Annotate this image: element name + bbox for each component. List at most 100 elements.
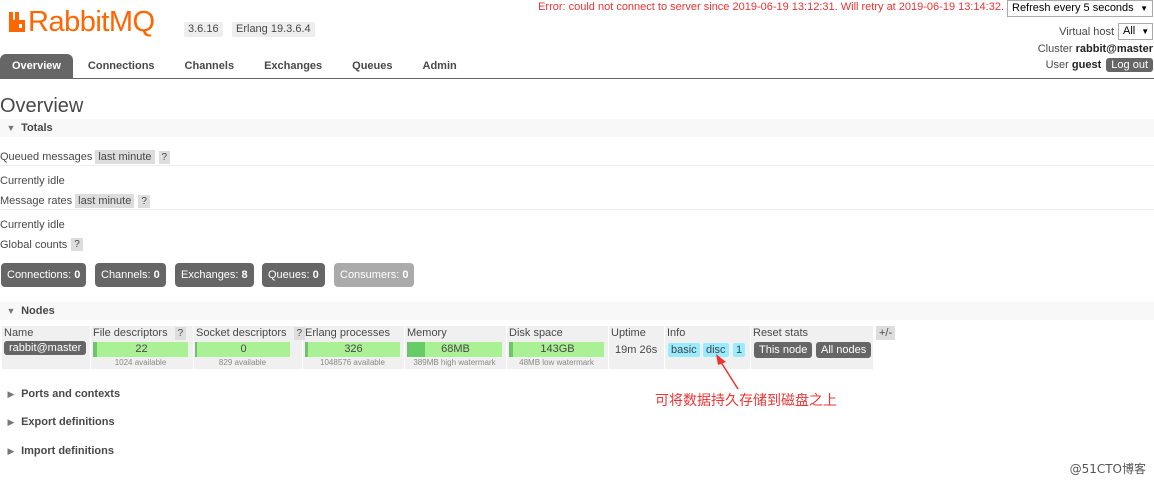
file-descriptors-available: 1024 available [114,358,167,367]
expand-triangle-icon: ▶ [7,446,15,456]
virtual-host-row: Virtual host All ▼ [1059,23,1153,40]
disk-space-bar: 143GB [509,342,604,357]
totals-section-toggle[interactable]: ▼ Totals [0,119,1154,137]
totals-title: Totals [21,122,53,134]
tab-admin[interactable]: Admin [408,54,472,78]
refresh-select-value: Refresh every 5 seconds [1012,2,1134,14]
tab-overview[interactable]: Overview [0,54,73,78]
rabbit-logo-icon [9,12,25,32]
expand-triangle-icon: ▶ [7,417,15,427]
collapse-triangle-icon: ▼ [6,123,16,133]
file-descriptors-value: 22 [135,343,148,355]
reset-this-node-button[interactable]: This node [754,342,813,358]
header-uptime: Uptime [611,327,646,339]
queued-idle-text: Currently idle [0,175,65,187]
channels-count[interactable]: Channels: 0 [95,263,166,287]
count-label: Consumers: [340,269,400,281]
disk-space-value: 143GB [540,343,575,355]
message-rates-row: Message rates last minute ? [0,194,150,208]
queued-messages-row: Queued messages last minute ? [0,150,171,164]
erlang-processes-value: 326 [344,343,363,355]
bar-fill [95,342,97,357]
memory-bar: 68MB [407,342,502,357]
user-info: User guest Log out [1046,58,1153,72]
rates-range-selector[interactable]: last minute [75,194,135,208]
section-title: Ports and contexts [21,388,121,400]
disk-space-watermark: 48MB low watermark [519,358,594,367]
header-label: Socket descriptors [196,327,287,339]
uptime-value: 19m 26s [615,344,658,356]
virtual-host-label: Virtual host [1059,25,1114,38]
help-icon[interactable]: ? [174,327,187,340]
header-name: Name [4,327,34,339]
help-icon[interactable]: ? [71,238,83,251]
count-value: 0 [312,269,319,281]
columns-toggle-button[interactable]: +/- [876,326,896,340]
refresh-interval-select[interactable]: Refresh every 5 seconds ▼ [1007,0,1153,17]
info-tag-basic[interactable]: basic [668,343,700,357]
header-reset-stats: Reset stats [753,327,809,339]
expand-triangle-icon: ▶ [7,389,15,399]
divider [0,165,1154,166]
main-tabs: Overview Connections Channels Exchanges … [0,54,472,78]
help-icon[interactable]: ? [138,194,150,208]
connections-count[interactable]: Connections: 0 [1,263,87,287]
node-name-link[interactable]: rabbit@master [4,341,87,355]
section-title: Export definitions [21,416,115,428]
reset-all-nodes-button[interactable]: All nodes [816,342,872,358]
nodes-title: Nodes [21,305,55,317]
header-file-descriptors: File descriptors ? [91,326,187,340]
page-title: Overview [0,95,84,117]
tab-connections[interactable]: Connections [73,54,170,78]
import-definitions-toggle[interactable]: ▶ Import definitions [0,442,114,460]
file-descriptors-bar: 22 [93,342,188,357]
queued-range-selector[interactable]: last minute [95,150,155,164]
cluster-label: Cluster [1037,43,1073,55]
count-value: 0 [402,269,409,281]
chevron-down-icon: ▼ [1141,27,1150,36]
bar-fill [511,342,513,357]
socket-descriptors-bar: 0 [195,342,290,357]
header-label: File descriptors [93,327,168,339]
erlang-processes-available: 1048576 available [320,358,385,367]
tab-channels[interactable]: Channels [170,54,250,78]
erlang-processes-bar: 326 [305,342,400,357]
tab-exchanges[interactable]: Exchanges [249,54,337,78]
annotation-arrow-icon [716,354,739,390]
collapse-triangle-icon: ▼ [6,306,16,316]
node-name: rabbit@master [4,341,87,355]
message-rates-label: Message rates [0,195,73,207]
consumers-count[interactable]: Consumers: 0 [334,263,415,287]
queued-messages-label: Queued messages [0,151,93,163]
count-value: 8 [241,269,248,281]
socket-descriptors-value: 0 [240,343,247,355]
erlang-version-badge: Erlang 19.3.6.4 [232,22,315,37]
tab-queues[interactable]: Queues [337,54,407,78]
header-memory: Memory [407,327,447,339]
user-name: guest [1071,59,1102,71]
logout-button[interactable]: Log out [1106,58,1153,72]
global-counts-label: Global counts [0,238,68,251]
version-badge: 3.6.16 [184,22,223,37]
exchanges-count[interactable]: Exchanges: 8 [175,263,254,287]
virtual-host-select[interactable]: All ▼ [1118,23,1153,40]
help-icon[interactable]: ? [158,150,171,164]
logo-text: RabbitMQ [28,5,155,38]
header-erlang-processes: Erlang processes [305,327,390,339]
header-socket-descriptors: Socket descriptors ? [194,326,306,340]
export-definitions-toggle[interactable]: ▶ Export definitions [0,413,115,431]
rates-idle-text: Currently idle [0,219,65,231]
count-value: 0 [74,269,81,281]
rabbitmq-logo[interactable]: RabbitMQ [8,6,155,38]
memory-value: 68MB [441,343,470,355]
ports-and-contexts-toggle[interactable]: ▶ Ports and contexts [0,385,121,403]
memory-watermark: 389MB high watermark [413,358,496,367]
count-value: 0 [153,269,160,281]
queues-count[interactable]: Queues: 0 [262,263,325,287]
global-counts-row: Global counts ? [0,238,83,251]
section-title: Import definitions [21,445,114,457]
tab-divider [0,78,1154,79]
count-label: Exchanges: [181,269,239,281]
cluster-info: Cluster rabbit@master [1038,43,1153,55]
nodes-section-toggle[interactable]: ▼ Nodes [0,302,1154,320]
